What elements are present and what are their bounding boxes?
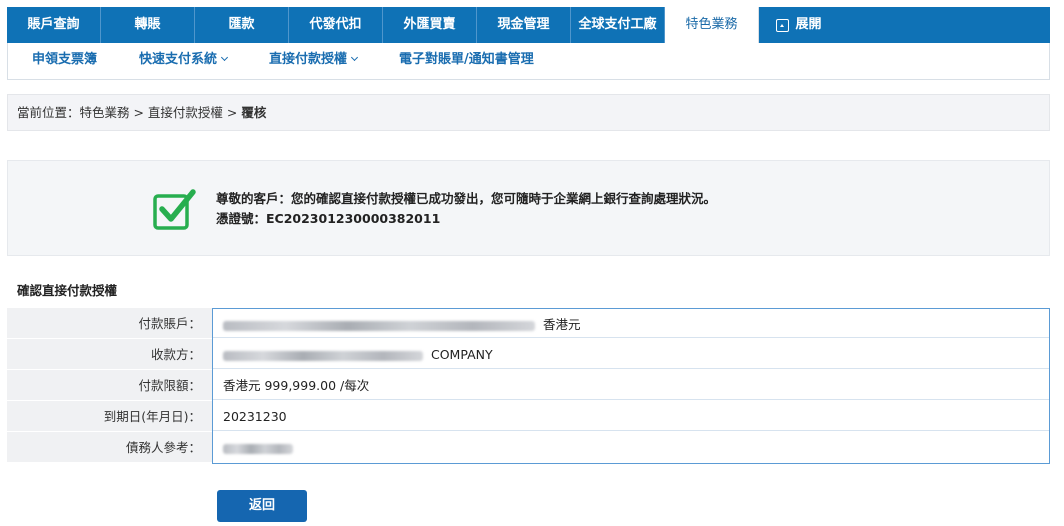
tab-expand-label: 展開 [795, 17, 822, 32]
tab-transfer[interactable]: 轉賬 [101, 7, 195, 43]
masked-payee [223, 350, 423, 361]
subnav-cheque-book[interactable]: 申領支票簿 [32, 43, 97, 79]
payee-value: COMPANY [212, 339, 1050, 369]
row-label: 到期日(年月日)： [7, 401, 212, 431]
breadcrumb-path: 當前位置：特色業務 > 直接付款授權 > [17, 105, 242, 120]
payment-limit-value: 香港元 999,999.00 /每次 [212, 370, 1050, 400]
chevron-down-icon [220, 53, 229, 62]
section-title: 確認直接付款授權 [17, 283, 118, 298]
debtor-reference-value [212, 432, 1050, 462]
subnav-fps[interactable]: 快速支付系統 [139, 43, 229, 79]
subnav-direct-debit[interactable]: 直接付款授權 [269, 43, 359, 79]
sub-nav: 申領支票簿 快速支付系統 直接付款授權 電子對賬單/通知書管理 [7, 43, 1050, 80]
tab-remittance[interactable]: 匯款 [195, 7, 289, 43]
tab-special-services[interactable]: 特色業務 [665, 7, 759, 43]
back-button[interactable]: 返回 [217, 490, 307, 522]
reference-number: 憑證號：EC202301230000382011 [216, 211, 441, 226]
tab-expand[interactable]: 展開 [759, 7, 839, 43]
expiry-date-value: 20231230 [212, 401, 1050, 431]
row-label: 付款賬戶： [7, 308, 212, 338]
row-label: 債務人參考： [7, 432, 212, 462]
tab-cash-management[interactable]: 現金管理 [477, 7, 571, 43]
breadcrumb-current: 覆核 [241, 105, 267, 120]
table-row: 債務人參考： [7, 432, 1050, 463]
table-row: 付款賬戶： 香港元 [7, 308, 1050, 339]
breadcrumb: 當前位置：特色業務 > 直接付款授權 > 覆核 [7, 94, 1050, 131]
tab-global-payment[interactable]: 全球支付工廠 [571, 7, 665, 43]
payment-account-value: 香港元 [212, 308, 1050, 338]
table-row: 付款限額： 香港元 999,999.00 /每次 [7, 370, 1050, 401]
tab-account-inquiry[interactable]: 賬戶查詢 [7, 7, 101, 43]
confirmation-table: 付款賬戶： 香港元 收款方： COMPANY 付款限額： 香港元 999,999… [7, 308, 1050, 463]
subnav-e-statement[interactable]: 電子對賬單/通知書管理 [399, 43, 534, 79]
chevron-down-icon [350, 53, 359, 62]
tab-payroll-collection[interactable]: 代發代扣 [289, 7, 383, 43]
payment-account-currency: 香港元 [542, 317, 581, 332]
subnav-fps-label: 快速支付系統 [139, 52, 218, 67]
subnav-direct-debit-label: 直接付款授權 [269, 52, 348, 67]
payee-suffix: COMPANY [430, 347, 493, 362]
success-panel: 尊敬的客戶：您的確認直接付款授權已成功發出，您可隨時于企業網上銀行查詢處理狀況。… [7, 160, 1050, 256]
table-row: 收款方： COMPANY [7, 339, 1050, 370]
row-label: 收款方： [7, 339, 212, 369]
main-nav: 賬戶查詢 轉賬 匯款 代發代扣 外匯買賣 現金管理 全球支付工廠 特色業務 展開 [7, 7, 1050, 43]
table-row: 到期日(年月日)： 20231230 [7, 401, 1050, 432]
expand-icon [776, 18, 790, 32]
masked-account [223, 320, 535, 331]
row-label: 付款限額： [7, 370, 212, 400]
success-message: 尊敬的客戶：您的確認直接付款授權已成功發出，您可隨時于企業網上銀行查詢處理狀況。 [216, 191, 717, 206]
masked-reference [223, 443, 293, 454]
success-check-icon [153, 189, 196, 230]
tab-forex[interactable]: 外匯買賣 [383, 7, 477, 43]
